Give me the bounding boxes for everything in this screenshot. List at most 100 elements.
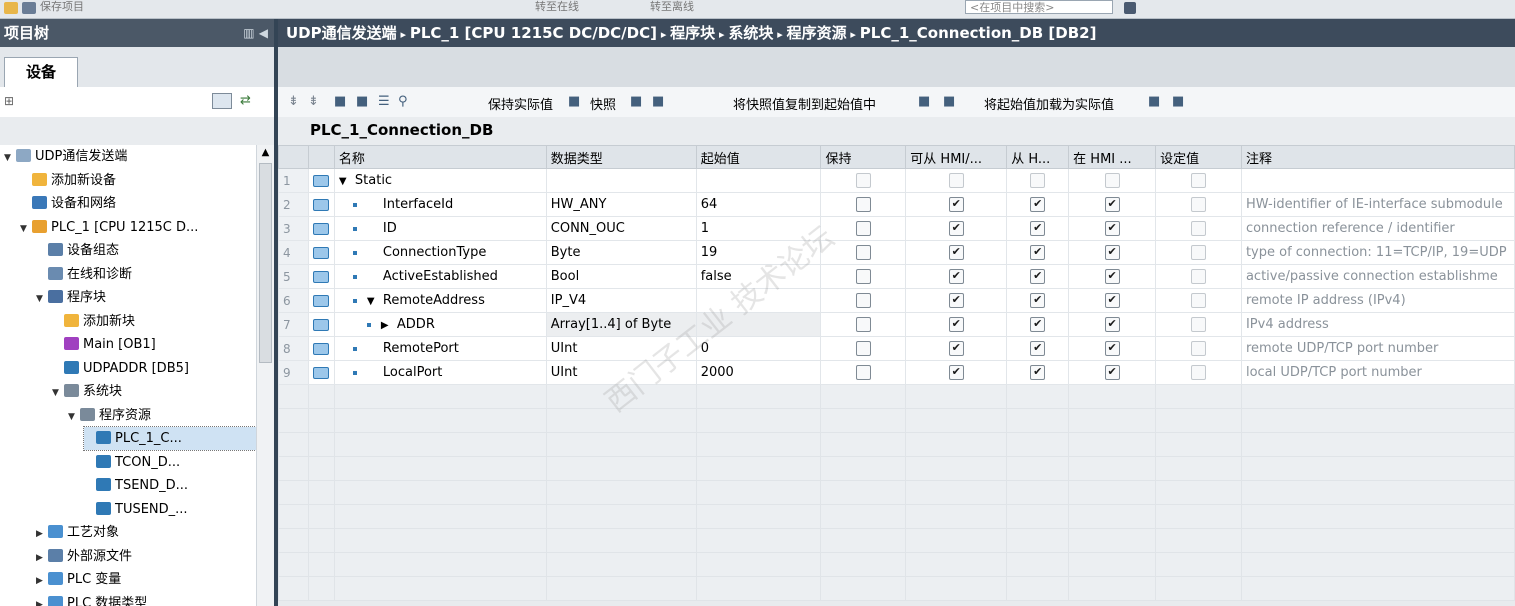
expand-icon[interactable]: ▶ [381, 320, 397, 331]
table-row[interactable]: 3 ID CONN_OUC 1 ✔ ✔ ✔ connection reference / id… [278, 216, 1515, 241]
tree-expander-icon[interactable]: ▶ [36, 547, 48, 570]
retain-checkbox[interactable] [855, 221, 871, 236]
hmi-access-checkbox[interactable]: ✔ [948, 317, 964, 332]
cell-name[interactable]: ConnectionType [333, 240, 547, 265]
hmi-access-checkbox[interactable]: ✔ [948, 221, 964, 236]
cell-name[interactable]: InterfaceId [333, 192, 547, 217]
setpoint-checkbox[interactable] [1191, 341, 1207, 356]
hmi-visible-checkbox[interactable] [1104, 173, 1120, 188]
project-search-input[interactable]: <在项目中搜索> [965, 0, 1113, 14]
cell-start[interactable]: 2000 [695, 360, 822, 385]
cell-comment[interactable] [1240, 168, 1515, 193]
hmi-visible-checkbox[interactable]: ✔ [1104, 269, 1120, 284]
collapse-panel-icon[interactable]: ▥ ◀ [243, 19, 268, 47]
cell-comment[interactable]: local UDP/TCP port number [1240, 360, 1515, 385]
save-project-button[interactable]: 保存项目 [40, 0, 84, 16]
tree-item[interactable]: ▶ PLC 变量 [36, 568, 121, 591]
cell-type[interactable]: Byte [545, 240, 697, 265]
tree-item[interactable]: TCON_D... [84, 451, 180, 474]
go-offline-button[interactable]: 转至离线 [650, 0, 694, 16]
table-row[interactable]: 9 LocalPort UInt 2000 ✔ ✔ ✔ local UDP/TCP port … [278, 360, 1515, 385]
cell-type[interactable]: Bool [545, 264, 697, 289]
hmi-write-checkbox[interactable]: ✔ [1030, 317, 1046, 332]
cell-start[interactable] [695, 288, 822, 313]
cell-name[interactable]: ▶ ADDR [333, 312, 547, 337]
cell-comment[interactable]: active/passive connection establishme [1240, 264, 1515, 289]
hmi-visible-checkbox[interactable]: ✔ [1104, 245, 1120, 260]
add-row-icon[interactable]: ⇟ [308, 94, 319, 109]
search-icon[interactable] [1124, 0, 1136, 16]
hmi-visible-checkbox[interactable]: ✔ [1104, 293, 1120, 308]
setpoint-checkbox[interactable] [1191, 173, 1207, 188]
tree-expander-icon[interactable]: ▼ [20, 218, 32, 241]
hmi-access-checkbox[interactable]: ✔ [948, 245, 964, 260]
hmi-write-checkbox[interactable] [1030, 173, 1046, 188]
col-start-header[interactable]: 起始值 [695, 145, 822, 169]
tree-filter-icon[interactable]: ⊞ [4, 94, 14, 108]
cell-type[interactable] [545, 168, 697, 193]
go-online-button[interactable]: 转至在线 [535, 0, 579, 16]
hmi-write-checkbox[interactable]: ✔ [1030, 197, 1046, 212]
breadcrumb-item[interactable]: 系统块 [728, 24, 773, 42]
cell-name[interactable]: ▼ RemoteAddress [333, 288, 547, 313]
hmi-access-checkbox[interactable]: ✔ [948, 341, 964, 356]
scroll-up-icon[interactable]: ▲ [257, 145, 274, 161]
cell-type[interactable]: Array[1..4] of Byte [545, 312, 697, 337]
hmi-access-checkbox[interactable] [948, 173, 964, 188]
snapshot-icon[interactable]: ■ [568, 94, 580, 109]
expand-all-icon[interactable]: ■ [334, 94, 346, 109]
retain-checkbox[interactable] [855, 245, 871, 260]
paste-icon[interactable]: ■ [652, 94, 664, 109]
cell-comment[interactable]: remote IP address (IPv4) [1240, 288, 1515, 313]
insert-row-icon[interactable]: ⇟ [288, 94, 299, 109]
tree-item[interactable]: 设备和网络 [20, 192, 116, 215]
cell-name[interactable]: ▼ Static [333, 168, 547, 193]
hmi-write-checkbox[interactable]: ✔ [1030, 341, 1046, 356]
hmi-visible-checkbox[interactable]: ✔ [1104, 341, 1120, 356]
collapse-all-icon[interactable]: ■ [356, 94, 368, 109]
upload2-icon[interactable]: ■ [1172, 94, 1184, 109]
tree-item[interactable]: TUSEND_... [84, 498, 188, 521]
cell-comment[interactable]: IPv4 address [1240, 312, 1515, 337]
col-name-header[interactable]: 名称 [333, 145, 547, 169]
tree-item[interactable]: ▼ 程序块 [36, 286, 106, 309]
tree-item[interactable]: ▶ 工艺对象 [36, 521, 119, 544]
setpoint-checkbox[interactable] [1191, 269, 1207, 284]
cell-type[interactable]: UInt [545, 360, 697, 385]
tree-expander-icon[interactable]: ▶ [36, 594, 48, 606]
tree-item[interactable]: 设备组态 [36, 239, 119, 262]
hmi-access-checkbox[interactable]: ✔ [948, 365, 964, 380]
upload-icon[interactable]: ■ [1148, 94, 1160, 109]
cell-start[interactable]: 0 [695, 336, 822, 361]
expand-icon[interactable]: ▼ [367, 296, 383, 307]
cell-type[interactable]: UInt [545, 336, 697, 361]
hmi-visible-checkbox[interactable]: ✔ [1104, 365, 1120, 380]
cell-start[interactable]: 64 [695, 192, 822, 217]
copy-snapshot-to-start-button[interactable]: 将快照值复制到起始值中 [733, 94, 876, 113]
copy-icon[interactable]: ■ [630, 94, 642, 109]
breadcrumb-item[interactable]: UDP通信发送端 [286, 24, 397, 42]
download-icon[interactable]: ■ [943, 94, 955, 109]
breadcrumb-item[interactable]: PLC_1_Connection_DB [DB2] [860, 24, 1097, 42]
retain-checkbox[interactable] [855, 269, 871, 284]
setpoint-checkbox[interactable] [1191, 365, 1207, 380]
tree-expander-icon[interactable]: ▶ [36, 570, 48, 593]
tree-item[interactable]: ▼ 程序资源 [68, 404, 151, 427]
cell-type[interactable]: CONN_OUC [545, 216, 697, 241]
save-icon[interactable] [22, 0, 36, 16]
cell-comment[interactable]: connection reference / identifier [1240, 216, 1515, 241]
retain-checkbox[interactable] [855, 341, 871, 356]
tab-devices[interactable]: 设备 [4, 57, 78, 87]
cell-start[interactable]: 19 [695, 240, 822, 265]
tree-item[interactable]: PLC_1_C... [83, 426, 256, 451]
tree-item[interactable]: ▶ PLC 数据类型 [36, 592, 147, 606]
setpoint-checkbox[interactable] [1191, 293, 1207, 308]
table-row[interactable]: 6 ▼ RemoteAddress IP_V4 ✔ ✔ ✔ remote IP address… [278, 288, 1515, 313]
tree-item[interactable]: 添加新块 [52, 310, 135, 333]
tree-sync-icon[interactable]: ⇄ [240, 93, 251, 108]
tree-scrollbar[interactable]: ▲ [256, 145, 275, 606]
retain-checkbox[interactable] [855, 293, 871, 308]
col-comment-header[interactable]: 注释 [1240, 145, 1515, 169]
keep-actual-values-button[interactable]: 保持实际值 [488, 94, 553, 113]
tree-scroll-thumb[interactable] [259, 163, 272, 363]
